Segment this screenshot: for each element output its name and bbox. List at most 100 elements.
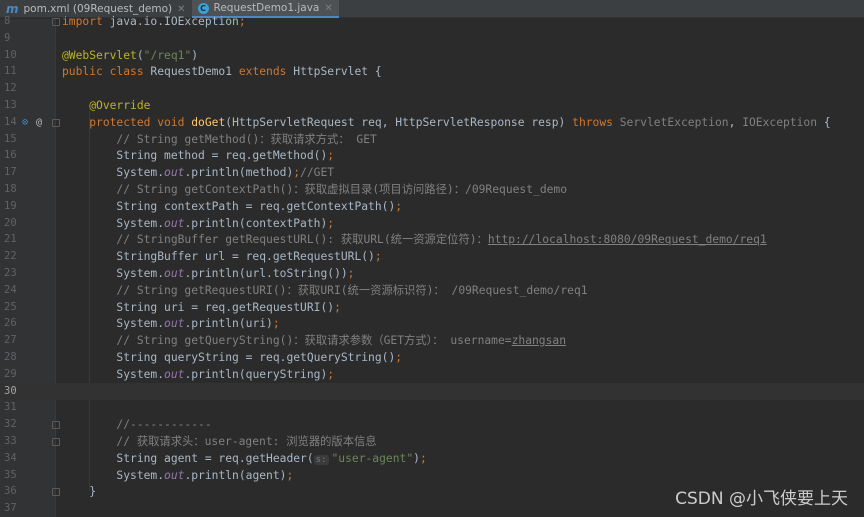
line-number: 9 xyxy=(4,31,11,44)
code-line[interactable]: 14 ⊙ @ protected void doGet(HttpServletReq… xyxy=(0,114,864,131)
code-line[interactable]: 28 String queryString = req.getQueryStri… xyxy=(0,349,864,366)
code-line[interactable]: 31 xyxy=(0,399,864,416)
code-token: throws xyxy=(572,115,620,129)
line-number: 23 xyxy=(4,267,17,279)
code-line[interactable]: 19 String contextPath = req.getContextPa… xyxy=(0,198,864,215)
code-text: public class RequestDemo1 extends HttpSe… xyxy=(62,63,382,80)
code-token: // String getRequestURI()：获取URI(统一资源标识符)… xyxy=(116,283,588,297)
code-token: { xyxy=(817,115,831,129)
code-text: protected void doGet(HttpServletRequest … xyxy=(62,114,831,131)
code-text: // StringBuffer getRequestURL(): 获取URL(统… xyxy=(62,231,767,248)
line-number: 11 xyxy=(4,65,17,78)
fold-marker-icon[interactable] xyxy=(52,421,60,430)
code-token: System. xyxy=(62,216,165,230)
code-line[interactable]: 13 @Override xyxy=(0,97,864,114)
fold-marker-icon[interactable] xyxy=(52,488,60,497)
code-line[interactable]: 22 StringBuffer url = req.getRequestURL(… xyxy=(0,248,864,265)
code-token: // String getContextPath()：获取虚拟目录(项目访问路径… xyxy=(116,183,568,196)
code-token: String contextPath = req.getContextPath(… xyxy=(62,199,396,213)
code-line[interactable]: 16 String method = req.getMethod(); xyxy=(0,147,864,164)
fold-marker-icon[interactable] xyxy=(52,118,60,127)
watermark: CSDN @小飞侠要上天 xyxy=(675,489,848,509)
code-line[interactable]: 35 System.out.println(agent); xyxy=(0,467,864,484)
code-text: StringBuffer url = req.getRequestURL(); xyxy=(62,248,382,265)
code-line[interactable]: 18 // String getContextPath()：获取虚拟目录(项目访… xyxy=(0,181,864,198)
code-text: } xyxy=(62,483,96,500)
code-line[interactable]: 10 @WebServlet("/req1") xyxy=(0,47,864,64)
code-token: ) xyxy=(413,451,420,465)
code-line[interactable]: 8 import java.io.IOException; xyxy=(0,13,864,30)
line-number: 16 xyxy=(4,149,17,162)
code-line[interactable]: 24 // String getRequestURI()：获取URI(统一资源标… xyxy=(0,282,864,299)
code-line[interactable]: 11 public class RequestDemo1 extends Http… xyxy=(0,63,864,80)
override-method-icon[interactable]: ⊙ xyxy=(22,114,28,131)
code-token: // StringBuffer getRequestURL(): 获取URL(统… xyxy=(116,233,488,247)
line-number: 32 xyxy=(4,418,17,431)
code-line[interactable]: 21 // StringBuffer getRequestURL(): 获取UR… xyxy=(0,231,864,248)
code-token: String method = req.getMethod() xyxy=(62,149,328,163)
code-token: out xyxy=(164,267,185,280)
code-token: out xyxy=(164,468,185,482)
annotation-icon[interactable]: @ xyxy=(36,114,42,131)
code-link[interactable]: http://localhost:8080/09Request_demo/req… xyxy=(488,233,767,246)
line-number: 30 xyxy=(4,384,17,397)
line-number: 8 xyxy=(4,15,11,27)
code-token: // 获取请求头：user-agent: 浏览器的版本信息 xyxy=(116,435,377,448)
code-line[interactable]: 26 System.out.println(uri); xyxy=(0,315,864,332)
code-token: ; xyxy=(327,149,335,163)
code-line[interactable]: 25 String uri = req.getRequestURI(); xyxy=(0,299,864,316)
code-line[interactable]: 27 // String getQueryString()：获取请求参数（GET… xyxy=(0,332,864,349)
code-editor[interactable]: 8 import java.io.IOException; 9 10 @WebServl… xyxy=(0,15,864,517)
code-token: , xyxy=(728,115,743,129)
code-token: //------------ xyxy=(116,418,212,432)
code-token: ; xyxy=(327,216,335,230)
fold-marker-icon[interactable] xyxy=(52,18,60,26)
code-line[interactable]: 20 System.out.println(contextPath); xyxy=(0,215,864,232)
line-number: 24 xyxy=(4,283,17,296)
line-number: 26 xyxy=(4,317,17,330)
code-token: // String getMethod()：获取请求方式： GET xyxy=(116,132,377,146)
code-token: ) xyxy=(191,48,199,62)
code-line[interactable]: 33 // 获取请求头：user-agent: 浏览器的版本信息 xyxy=(0,433,864,450)
line-number: 10 xyxy=(4,48,17,61)
code-text: System.out.println(queryString); xyxy=(62,366,334,383)
line-number: 20 xyxy=(4,216,17,229)
code-token: //GET xyxy=(300,166,335,180)
code-link[interactable]: zhangsan xyxy=(512,334,566,347)
code-line[interactable]: 32 //------------ xyxy=(0,416,864,433)
line-number: 27 xyxy=(4,334,17,347)
code-line[interactable]: 30 xyxy=(0,382,864,400)
code-line[interactable]: 29 System.out.println(queryString); xyxy=(0,366,864,383)
line-number: 35 xyxy=(4,468,17,481)
code-line[interactable]: 23 System.out.println(url.toString()); xyxy=(0,265,864,282)
code-token: ; xyxy=(419,451,427,465)
code-token: (HttpServletRequest req, HttpServletResp… xyxy=(225,115,573,129)
code-text: import java.io.IOException; xyxy=(62,13,246,30)
code-line[interactable]: 17 System.out.println(method);//GET xyxy=(0,164,864,181)
code-token: ServletException xyxy=(619,115,729,129)
code-line[interactable]: 34 String agent = req.getHeader(s: "user-… xyxy=(0,450,864,467)
code-line[interactable]: 9 xyxy=(0,30,864,47)
code-text: String queryString = req.getQueryString(… xyxy=(62,349,402,366)
line-number: 22 xyxy=(4,250,17,263)
close-icon[interactable]: ✕ xyxy=(324,3,332,14)
code-token: .println(uri) xyxy=(184,317,273,331)
code-text: //------------ xyxy=(62,416,212,433)
fold-marker-icon[interactable] xyxy=(52,438,60,446)
code-token: } xyxy=(62,485,97,499)
code-token: ; xyxy=(347,267,355,280)
code-line[interactable]: 12 xyxy=(0,80,864,97)
line-number: 13 xyxy=(4,99,17,111)
line-number: 36 xyxy=(4,485,17,498)
line-number: 28 xyxy=(4,351,17,363)
line-number: 25 xyxy=(4,300,17,313)
line-number: 14 xyxy=(4,115,17,128)
line-number: 29 xyxy=(4,367,17,380)
code-text: @Override xyxy=(62,97,150,114)
code-line[interactable]: 15 // String getMethod()：获取请求方式： GET xyxy=(0,131,864,148)
code-token: ; xyxy=(374,250,382,264)
